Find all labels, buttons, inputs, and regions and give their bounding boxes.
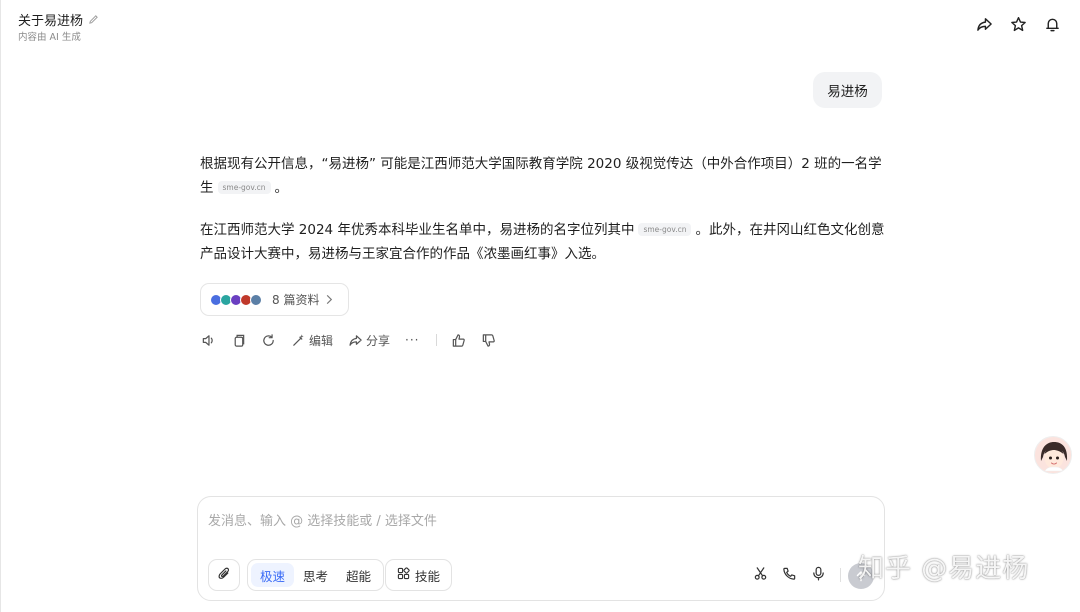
header-actions bbox=[974, 14, 1062, 34]
conversation-title[interactable]: 关于易进杨 bbox=[18, 10, 99, 29]
divider bbox=[840, 568, 841, 582]
attach-button[interactable] bbox=[208, 559, 240, 591]
conversation-title-text: 关于易进杨 bbox=[18, 14, 84, 29]
source-favicons bbox=[210, 293, 262, 306]
edit-title-icon[interactable] bbox=[88, 10, 99, 29]
like-button[interactable] bbox=[451, 333, 466, 348]
citation-chip-1[interactable]: sme-gov.cn bbox=[217, 181, 271, 194]
skills-label: 技能 bbox=[415, 568, 441, 584]
scissors-button[interactable] bbox=[750, 565, 770, 585]
share-icon bbox=[348, 333, 363, 348]
watermark: 知乎 @易进杨 bbox=[858, 554, 1030, 584]
composer-tools bbox=[750, 565, 841, 585]
citation-chip-2[interactable]: sme-gov.cn bbox=[638, 223, 692, 236]
divider bbox=[436, 334, 438, 346]
assistant-answer: 根据现有公开信息，“易进杨” 可能是江西师范大学国际教育学院 2020 级视觉传… bbox=[200, 152, 885, 284]
thumbs-down-icon bbox=[481, 333, 496, 348]
scissors-icon bbox=[753, 566, 768, 585]
more-button[interactable]: ··· bbox=[405, 333, 419, 347]
phone-icon bbox=[782, 566, 797, 585]
thumbs-up-icon bbox=[451, 333, 466, 348]
refresh-icon bbox=[261, 333, 276, 348]
dislike-button[interactable] bbox=[481, 333, 496, 348]
voice-input-button[interactable] bbox=[808, 565, 828, 585]
message-input[interactable]: 发消息、输入 @ 选择技能或 / 选择文件 bbox=[208, 510, 437, 529]
sources-button[interactable]: 8 篇资料 bbox=[200, 283, 349, 316]
answer-paragraph-1: 根据现有公开信息，“易进杨” 可能是江西师范大学国际教育学院 2020 级视觉传… bbox=[200, 152, 885, 200]
share-label: 分享 bbox=[366, 333, 391, 348]
read-aloud-button[interactable] bbox=[201, 333, 216, 348]
paperclip-icon bbox=[217, 566, 232, 585]
copy-icon bbox=[231, 333, 246, 348]
call-button[interactable] bbox=[779, 565, 799, 585]
magic-edit-icon bbox=[291, 333, 306, 348]
answer-paragraph-2: 在江西师范大学 2024 年优秀本科毕业生名单中，易进杨的名字位列其中 sme-g… bbox=[200, 218, 885, 266]
answer-text-1-end: 。 bbox=[274, 180, 289, 196]
assistant-avatar[interactable] bbox=[1034, 436, 1072, 474]
mode-selector: 极速 思考 超能 bbox=[247, 559, 385, 591]
microphone-icon bbox=[811, 566, 826, 585]
regenerate-button[interactable] bbox=[261, 333, 276, 348]
answer-text-1: 根据现有公开信息，“易进杨” 可能是江西师范大学国际教育学院 2020 级视觉传… bbox=[200, 156, 882, 196]
star-icon[interactable] bbox=[1008, 14, 1028, 34]
mode-super[interactable]: 超能 bbox=[337, 563, 380, 587]
mode-think[interactable]: 思考 bbox=[294, 563, 337, 587]
speaker-icon bbox=[201, 333, 216, 348]
message-composer: 发消息、输入 @ 选择技能或 / 选择文件 极速 思考 超能 技能 bbox=[197, 496, 885, 601]
share-icon[interactable] bbox=[974, 14, 994, 34]
left-border bbox=[0, 0, 1, 612]
user-message-bubble: 易进杨 bbox=[813, 72, 882, 108]
skills-button[interactable]: 技能 bbox=[385, 559, 453, 591]
edit-button[interactable]: 编辑 bbox=[291, 332, 333, 349]
bell-icon[interactable] bbox=[1042, 14, 1062, 34]
mode-fast[interactable]: 极速 bbox=[251, 563, 295, 587]
chevron-right-icon bbox=[325, 290, 333, 309]
edit-label: 编辑 bbox=[309, 333, 334, 348]
grid-icon bbox=[397, 567, 410, 583]
answer-text-2: 在江西师范大学 2024 年优秀本科毕业生名单中，易进杨的名字位列其中 bbox=[200, 222, 635, 238]
share-answer-button[interactable]: 分享 bbox=[348, 332, 390, 349]
source-favicon-icon bbox=[250, 293, 262, 306]
copy-button[interactable] bbox=[231, 333, 246, 348]
ai-generated-note: 内容由 AI 生成 bbox=[18, 32, 81, 43]
more-icon: ··· bbox=[405, 333, 420, 347]
answer-actions: 编辑 分享 ··· bbox=[201, 330, 511, 350]
sources-label: 8 篇资料 bbox=[272, 293, 320, 307]
